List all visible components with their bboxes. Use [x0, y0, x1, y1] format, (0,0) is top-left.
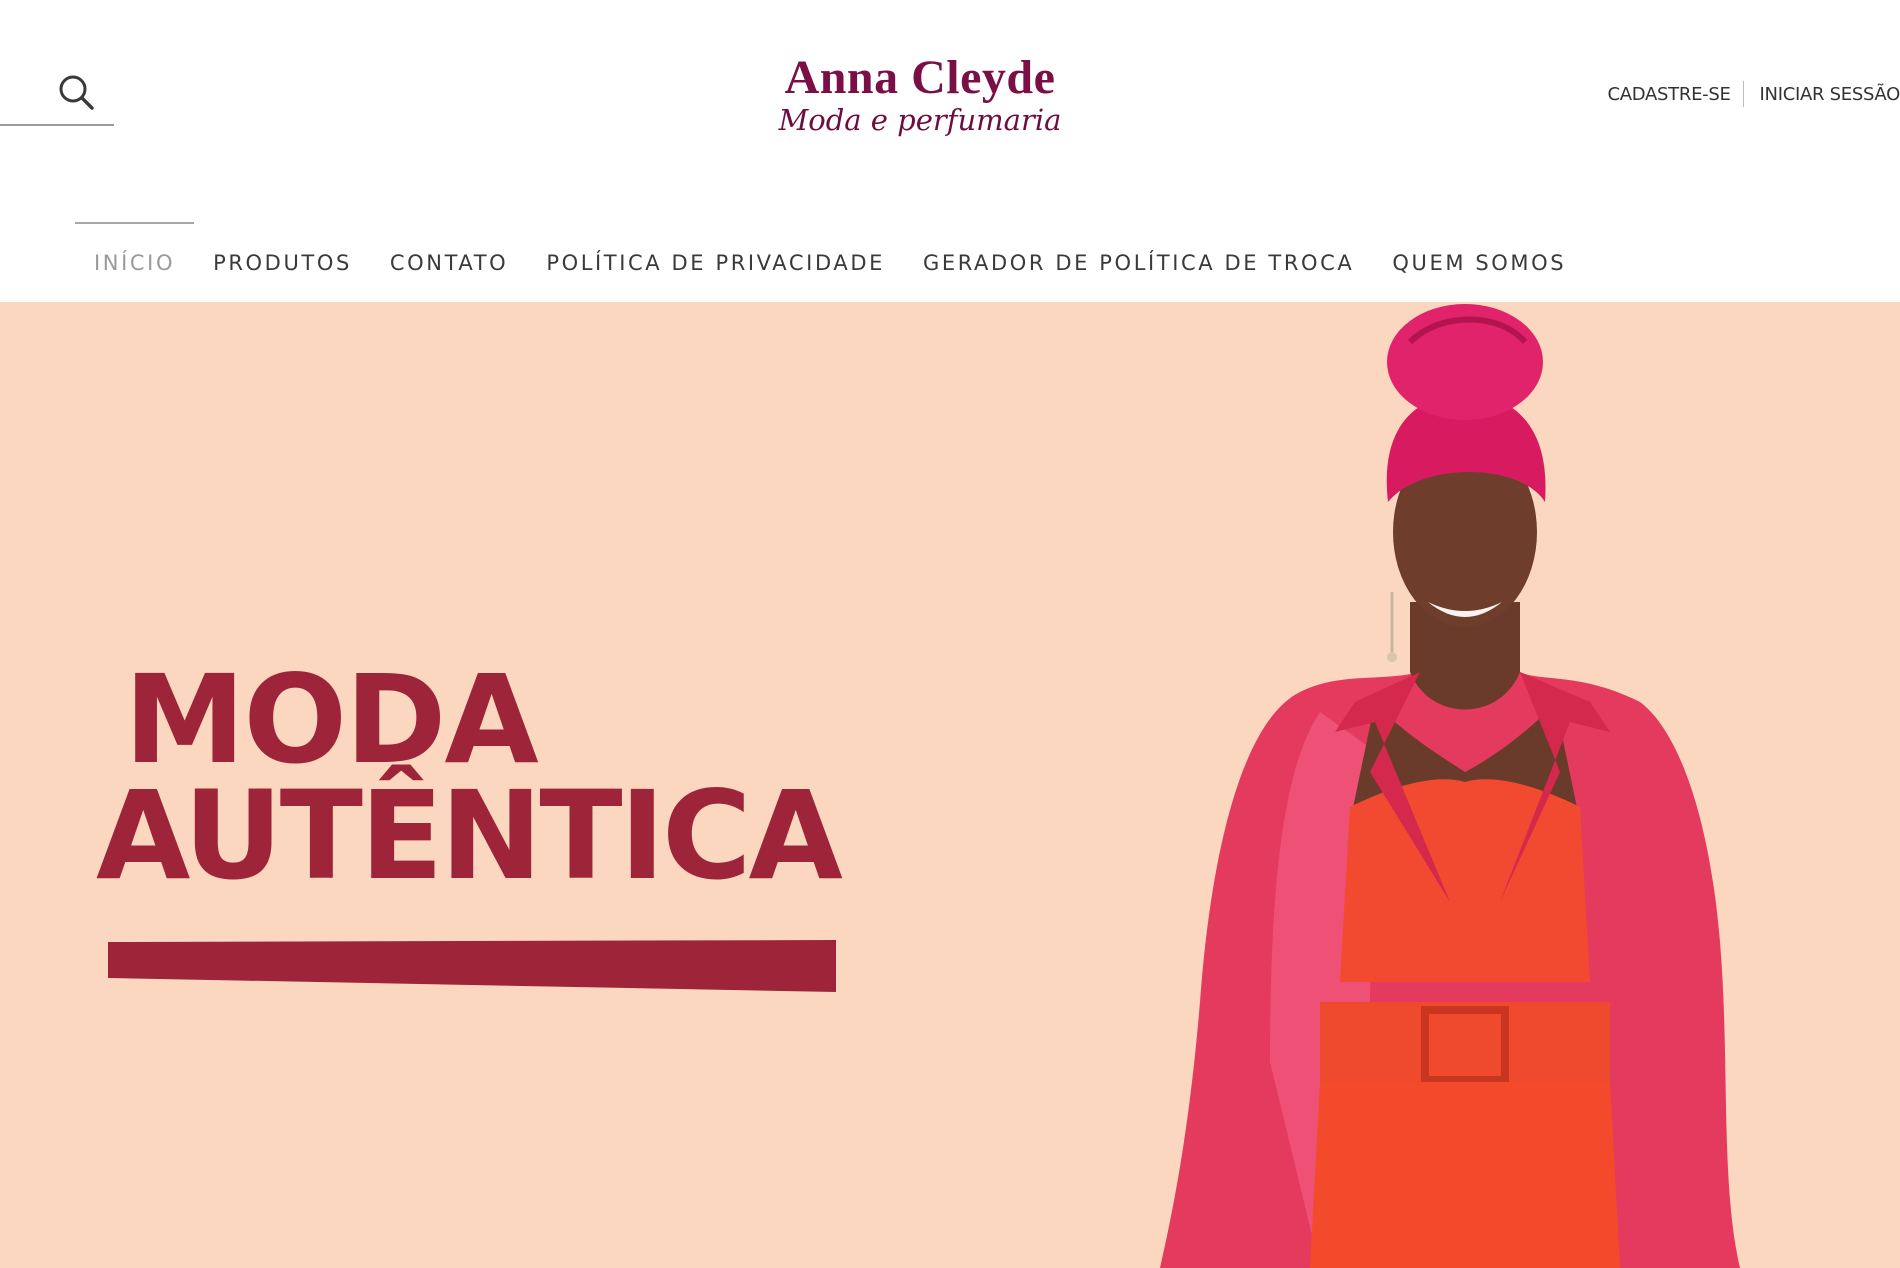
account-links: CADASTRE-SE INICIAR SESSÃO — [1608, 81, 1900, 107]
hero-headline-line2: AUTÊNTICA — [96, 765, 843, 907]
nav-item-quem-somos[interactable]: QUEM SOMOS — [1373, 222, 1585, 304]
logo-subtitle: Moda e perfumaria — [778, 103, 1062, 137]
nav-item-produtos[interactable]: PRODUTOS — [194, 222, 371, 304]
nav-list: INÍCIO PRODUTOS CONTATO POLÍTICA DE PRIV… — [75, 222, 1585, 304]
hero-banner[interactable]: MODA AUTÊNTICA — [0, 302, 1900, 1268]
main-nav: INÍCIO PRODUTOS CONTATO POLÍTICA DE PRIV… — [0, 180, 1900, 304]
hero-headline: MODA AUTÊNTICA — [96, 649, 876, 907]
search-field[interactable] — [0, 60, 114, 126]
nav-item-politica-privacidade[interactable]: POLÍTICA DE PRIVACIDADE — [527, 222, 904, 304]
site-header: Anna Cleyde Moda e perfumaria CADASTRE-S… — [0, 0, 1900, 180]
hero-underline — [108, 940, 836, 992]
nav-item-gerador-politica-troca[interactable]: GERADOR DE POLÍTICA DE TROCA — [904, 222, 1373, 304]
login-link[interactable]: INICIAR SESSÃO — [1760, 84, 1900, 105]
nav-item-inicio[interactable]: INÍCIO — [75, 222, 195, 304]
hero-headline-line1: MODA — [124, 649, 539, 791]
search-icon[interactable] — [56, 72, 96, 112]
nav-item-contato[interactable]: CONTATO — [371, 222, 527, 304]
site-logo[interactable]: Anna Cleyde Moda e perfumaria — [700, 50, 1140, 150]
signup-link[interactable]: CADASTRE-SE — [1608, 84, 1731, 105]
account-divider — [1742, 81, 1744, 107]
logo-title: Anna Cleyde — [784, 51, 1056, 104]
model-photo — [1160, 304, 1740, 1268]
